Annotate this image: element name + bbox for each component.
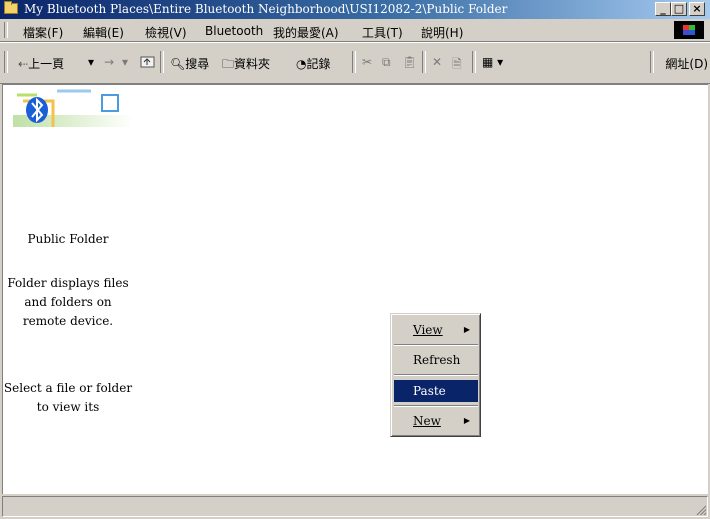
select-hint: Select a file or folder to view its [3, 379, 133, 417]
menu-bar: 檔案(F) 編輯(E) 檢視(V) Bluetooth 我的最愛(A) 工具(T… [0, 19, 710, 42]
menu-view[interactable]: 檢視(V) [145, 24, 187, 41]
description-line: and folders on [24, 295, 112, 309]
menu-file[interactable]: 檔案(F) [23, 24, 63, 41]
folder-description: Folder displays files and folders on rem… [3, 274, 133, 331]
select-hint-line: to view its [36, 400, 100, 414]
close-button[interactable]: × [689, 2, 705, 16]
search-button[interactable]: 🔍︎搜尋 [170, 55, 209, 72]
toolbar-grip[interactable] [4, 51, 8, 73]
context-menu-label: Refresh [413, 353, 461, 367]
toolbar-separator [472, 51, 476, 73]
menu-tools[interactable]: 工具(T) [362, 24, 403, 41]
menu-favorites[interactable]: 我的最愛(A) [273, 24, 339, 41]
menu-edit[interactable]: 編輯(E) [83, 24, 124, 41]
context-menu: View ▶ Refresh Paste New ▶ [390, 313, 481, 437]
cut-icon[interactable]: ✂︎ [362, 55, 372, 69]
views-dropdown-arrow: ▾ [497, 55, 504, 69]
menu-separator [394, 344, 478, 346]
context-menu-view[interactable]: View ▶ [394, 319, 478, 341]
search-icon: 🔍︎ [170, 57, 186, 71]
address-label[interactable]: 網址(D) [665, 55, 708, 72]
menubar-grip[interactable] [4, 22, 8, 38]
folders-icon: 🗀︎ [222, 57, 235, 71]
toolbar-separator [160, 51, 164, 73]
copy-icon[interactable]: ⧉ [382, 55, 391, 70]
context-menu-label: View [413, 323, 443, 337]
menu-separator [394, 374, 478, 376]
description-line: remote device. [22, 314, 114, 328]
toolbar-separator [650, 51, 654, 73]
menu-separator [394, 405, 478, 407]
context-menu-paste[interactable]: Paste [394, 380, 478, 402]
description-line: Folder displays files [7, 276, 129, 290]
submenu-arrow-icon: ▶ [463, 325, 470, 334]
back-button-label: 上一頁 [28, 57, 65, 71]
explorer-window: My Bluetooth Places\Entire Bluetooth Nei… [0, 0, 710, 519]
context-menu-new[interactable]: New ▶ [394, 410, 478, 432]
folder-icon [4, 1, 18, 14]
submenu-arrow-icon: ▶ [463, 416, 470, 425]
bluetooth-banner-icon [13, 89, 133, 127]
search-button-label: 搜尋 [185, 57, 210, 71]
status-bar [2, 496, 708, 517]
select-hint-line: Select a file or folder [3, 381, 133, 395]
properties-icon[interactable]: 🗎︎ [452, 55, 462, 76]
minimize-button[interactable]: _ [655, 2, 671, 16]
paste-icon[interactable]: 📋︎ [402, 55, 417, 69]
toolbar-separator [422, 51, 426, 73]
views-button[interactable]: ▦ ▾ [482, 55, 503, 69]
menu-help[interactable]: 說明(H) [421, 24, 463, 41]
menu-bluetooth[interactable]: Bluetooth [205, 24, 263, 38]
title-bar[interactable]: My Bluetooth Places\Entire Bluetooth Nei… [0, 0, 710, 19]
history-button[interactable]: ◔記錄 [296, 55, 331, 72]
window-title: My Bluetooth Places\Entire Bluetooth Nei… [24, 2, 508, 16]
delete-icon[interactable]: ✕ [432, 55, 442, 69]
standard-toolbar: ⇠上一頁 ▾ → ▾ 🔍︎搜尋 🗀︎資料夾 ◔記錄 ✂︎ ⧉ 📋︎ ✕ 🗎︎ ▦… [0, 42, 710, 84]
folder-name-label: Public Folder [27, 232, 109, 246]
context-menu-label: New [413, 414, 441, 428]
up-folder-icon [140, 56, 155, 68]
back-button[interactable]: ⇠上一頁 [18, 55, 64, 72]
folder-view[interactable]: Public Folder Folder displays files and … [2, 84, 708, 494]
back-arrow-icon: ⇠ [18, 57, 29, 71]
context-menu-label: Paste [413, 384, 446, 398]
context-menu-refresh[interactable]: Refresh [394, 349, 478, 371]
folders-button[interactable]: 🗀︎資料夾 [222, 55, 270, 76]
maximize-button[interactable]: □ [671, 2, 687, 16]
toolbar-separator [352, 51, 356, 73]
resize-grip-icon[interactable] [694, 503, 706, 515]
views-icon: ▦ [482, 55, 494, 69]
back-dropdown[interactable]: ▾ [88, 55, 94, 69]
history-icon: ◔ [296, 57, 307, 71]
windows-logo-icon [674, 21, 704, 39]
up-folder-button[interactable] [140, 54, 156, 71]
history-button-label: 記錄 [306, 57, 331, 71]
forward-button[interactable]: → [104, 55, 114, 69]
folders-button-label: 資料夾 [234, 57, 271, 71]
forward-dropdown[interactable]: ▾ [122, 55, 128, 69]
